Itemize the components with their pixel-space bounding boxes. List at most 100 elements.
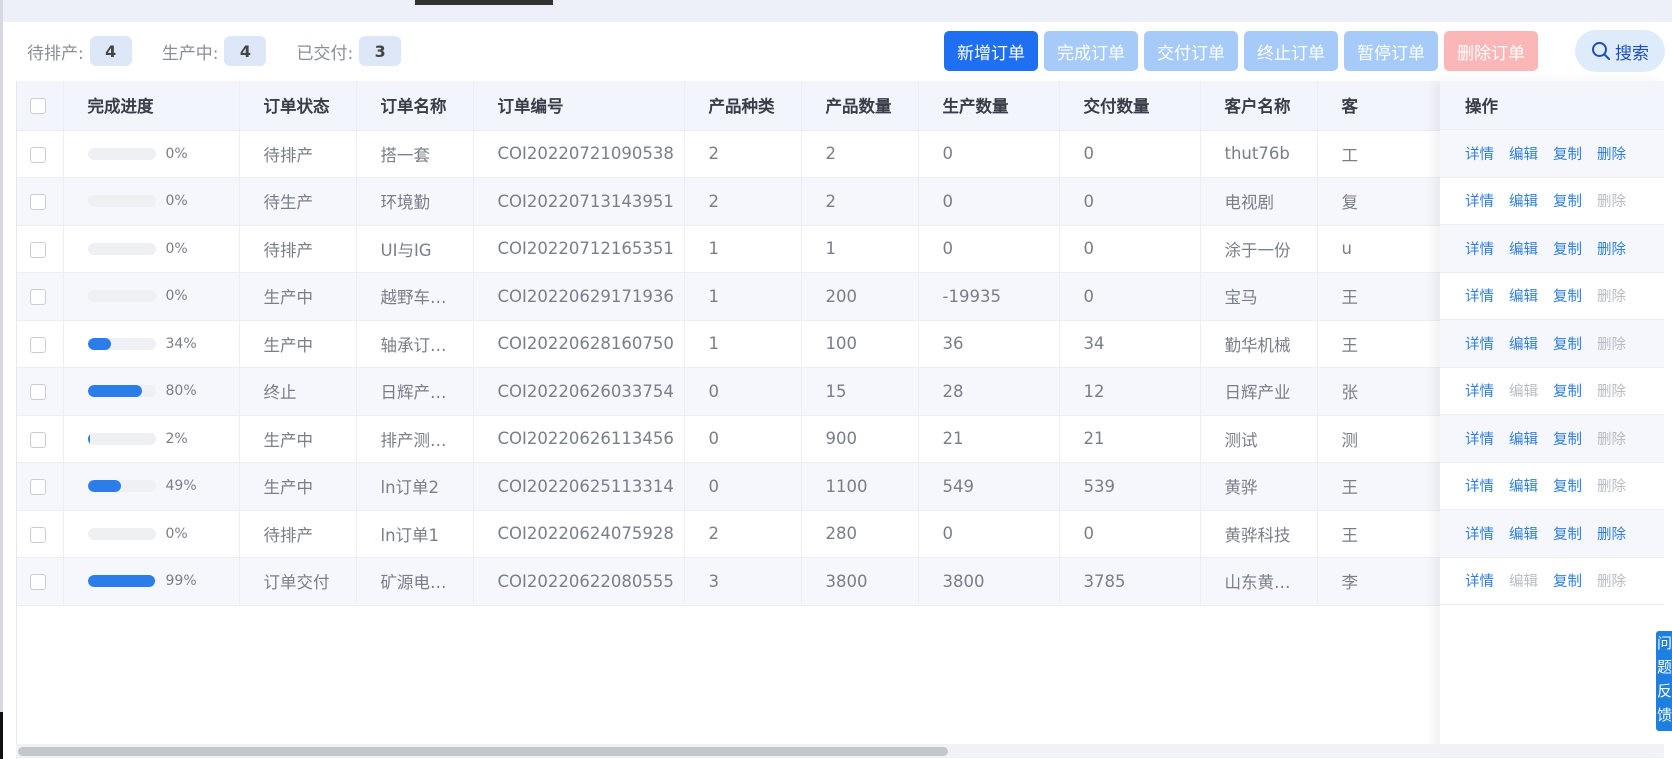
status-cell: 订单交付	[239, 557, 357, 606]
col-code[interactable]: 订单编号	[473, 81, 685, 131]
delete-link[interactable]: 删除	[1597, 143, 1626, 164]
edit-link[interactable]: 编辑	[1509, 238, 1538, 259]
table-row[interactable]: 99% 订单交付 矿源电… COI20220622080555 3 3800 3800 378…	[17, 557, 1518, 606]
progress-percent: 0%	[165, 145, 188, 162]
table-row[interactable]: 0% 待排产 搭一套 COI20220721090538 2 2 0 0 thut76b 工	[17, 130, 1518, 178]
detail-link[interactable]: 详情	[1465, 333, 1494, 354]
horizontal-scrollbar[interactable]	[16, 744, 1664, 758]
col-status[interactable]: 订单状态	[239, 81, 357, 131]
row-checkbox[interactable]	[30, 289, 46, 306]
detail-link[interactable]: 详情	[1465, 143, 1494, 164]
col-delivered[interactable]: 交付数量	[1059, 81, 1201, 131]
copy-link[interactable]: 复制	[1553, 570, 1582, 591]
orders-table-container[interactable]: 完成进度 订单状态 订单名称 订单编号 产品种类 产品数量 生产数量 交付数量 …	[16, 81, 1664, 759]
stat-pending-count: 4	[89, 36, 132, 66]
edit-link[interactable]: 编辑	[1509, 523, 1538, 544]
select-all-checkbox[interactable]	[30, 98, 46, 115]
progress-percent: 0%	[165, 240, 188, 257]
copy-link[interactable]: 复制	[1553, 143, 1582, 164]
row-checkbox[interactable]	[30, 384, 46, 401]
table-row[interactable]: 80% 终止 日辉产… COI20220626033754 0 15 28 12 日辉产业张	[17, 367, 1518, 416]
progress-cell: 2%	[63, 415, 240, 463]
scrollbar-thumb[interactable]	[18, 747, 948, 756]
code-cell: COI20220624075928	[473, 510, 685, 558]
row-checkbox[interactable]	[30, 574, 46, 591]
col-name[interactable]: 订单名称	[356, 81, 474, 131]
code-cell: COI20220626033754	[473, 367, 685, 416]
status-summary: 待排产: 4 生产中: 4 已交付: 3	[27, 35, 431, 67]
copy-link[interactable]: 复制	[1553, 333, 1582, 354]
copy-link[interactable]: 复制	[1553, 238, 1582, 259]
edit-link[interactable]: 编辑	[1509, 333, 1538, 354]
delete-link[interactable]: 删除	[1597, 523, 1626, 544]
col-progress[interactable]: 完成进度	[63, 81, 240, 131]
stat-in-production-count: 4	[224, 36, 267, 66]
col-types[interactable]: 产品种类	[684, 81, 802, 131]
code-cell: COI20220625113314	[473, 462, 685, 511]
row-checkbox[interactable]	[30, 194, 46, 211]
copy-link[interactable]: 复制	[1553, 380, 1582, 401]
edit-link[interactable]: 编辑	[1509, 285, 1538, 306]
edit-link[interactable]: 编辑	[1509, 143, 1538, 164]
table-row[interactable]: 2% 生产中 排产测… COI20220626113456 0 900 21 21 测试测	[17, 415, 1518, 463]
name-cell: 日辉产…	[356, 367, 474, 416]
delete-link[interactable]: 删除	[1597, 238, 1626, 259]
copy-link[interactable]: 复制	[1553, 523, 1582, 544]
progress-percent: 0%	[165, 525, 188, 542]
search-icon	[1592, 42, 1610, 60]
active-tab-indicator	[415, 0, 553, 5]
col-qty[interactable]: 产品数量	[801, 81, 919, 131]
detail-link[interactable]: 详情	[1465, 190, 1494, 211]
edit-link[interactable]: 编辑	[1509, 428, 1538, 449]
feedback-tab[interactable]: 问题反馈	[1656, 631, 1672, 731]
table-row[interactable]: 0% 待生产 环境勤 COI20220713143951 2 2 0 0 电视剧复	[17, 177, 1518, 226]
delivered-cell: 0	[1059, 225, 1201, 273]
detail-link[interactable]: 详情	[1465, 285, 1494, 306]
new-order-button[interactable]: 新增订单	[944, 31, 1038, 71]
status-cell: 生产中	[239, 462, 357, 511]
copy-link[interactable]: 复制	[1553, 190, 1582, 211]
table-row[interactable]: 0% 待排产 ln订单1 COI20220624075928 2 280 0 0 黄骅科技王	[17, 510, 1518, 558]
copy-link[interactable]: 复制	[1553, 475, 1582, 496]
copy-link[interactable]: 复制	[1553, 285, 1582, 306]
detail-link[interactable]: 详情	[1465, 380, 1494, 401]
progress-percent: 80%	[165, 383, 197, 400]
complete-order-button[interactable]: 完成订单	[1044, 31, 1138, 71]
table-row[interactable]: 34% 生产中 轴承订… COI20220628160750 1 100 36 34 勤华机械王	[17, 320, 1518, 368]
detail-link[interactable]: 详情	[1465, 475, 1494, 496]
edit-link[interactable]: 编辑	[1509, 475, 1538, 496]
code-cell: COI20220626113456	[473, 415, 685, 463]
col-produced[interactable]: 生产数量	[918, 81, 1060, 131]
orders-table: 完成进度 订单状态 订单名称 订单编号 产品种类 产品数量 生产数量 交付数量 …	[17, 81, 1518, 606]
progress-cell: 34%	[63, 320, 240, 368]
detail-link[interactable]: 详情	[1465, 428, 1494, 449]
detail-link[interactable]: 详情	[1465, 238, 1494, 259]
row-checkbox[interactable]	[30, 526, 46, 543]
delete-order-button[interactable]: 删除订单	[1444, 31, 1538, 71]
detail-link[interactable]: 详情	[1465, 570, 1494, 591]
terminate-order-button[interactable]: 终止订单	[1244, 31, 1338, 71]
deliver-order-button[interactable]: 交付订单	[1144, 31, 1238, 71]
row-checkbox[interactable]	[30, 431, 46, 448]
row-checkbox[interactable]	[30, 241, 46, 258]
customer-cell: 电视剧	[1200, 177, 1318, 226]
progress-bar	[87, 527, 156, 540]
table-row[interactable]: 0% 生产中 越野车… COI20220629171936 1 200 -19935 0 宝马王	[17, 272, 1518, 321]
progress-bar	[87, 575, 156, 588]
edit-link: 编辑	[1509, 384, 1538, 401]
search-button[interactable]: 搜索	[1575, 30, 1665, 72]
detail-link[interactable]: 详情	[1465, 523, 1494, 544]
table-row[interactable]: 49% 生产中 ln订单2 COI20220625113314 0 1100 549 539 黄…	[17, 462, 1518, 511]
edit-link[interactable]: 编辑	[1509, 190, 1538, 211]
progress-bar	[87, 432, 156, 445]
col-customer[interactable]: 客户名称	[1200, 81, 1318, 131]
code-cell: COI20220713143951	[473, 177, 685, 226]
row-checkbox[interactable]	[30, 336, 46, 353]
status-cell: 终止	[239, 367, 357, 416]
table-row[interactable]: 0% 待排产 UI与IG COI20220712165351 1 1 0 0 涂于一份 u	[17, 225, 1518, 273]
delete-link: 删除	[1597, 336, 1626, 353]
row-checkbox[interactable]	[30, 146, 46, 163]
row-checkbox[interactable]	[30, 479, 46, 496]
copy-link[interactable]: 复制	[1553, 428, 1582, 449]
pause-order-button[interactable]: 暂停订单	[1344, 31, 1438, 71]
